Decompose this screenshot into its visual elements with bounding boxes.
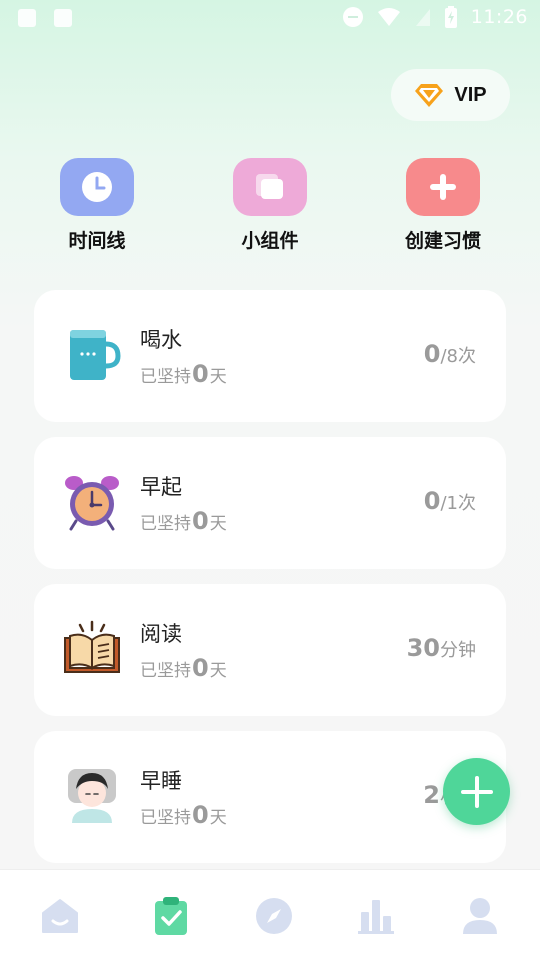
quick-action-widget[interactable]: 小组件 bbox=[210, 158, 330, 253]
streak-suffix: 天 bbox=[209, 661, 227, 681]
do-not-disturb-icon bbox=[342, 7, 363, 27]
wifi-icon bbox=[377, 8, 400, 26]
nav-stats[interactable] bbox=[354, 894, 398, 938]
vip-label: VIP bbox=[454, 83, 487, 106]
streak-value: 0 bbox=[192, 654, 209, 682]
widget-icon bbox=[256, 174, 283, 199]
habit-card-early-sleep[interactable]: 早睡 已坚持 0 天 2 小时 bbox=[34, 731, 506, 863]
habit-streak: 已坚持 0 天 bbox=[140, 360, 227, 388]
timeline-button[interactable] bbox=[60, 158, 134, 216]
streak-prefix: 已坚持 bbox=[140, 514, 191, 534]
goal-value: 2 bbox=[423, 781, 440, 809]
quick-action-create-habit[interactable]: 创建习惯 bbox=[383, 158, 503, 253]
goal-unit: /8次 bbox=[440, 346, 476, 367]
status-time: 11:26 bbox=[470, 6, 528, 28]
gallery-notification-icon bbox=[18, 9, 36, 27]
streak-suffix: 天 bbox=[209, 808, 227, 828]
habit-goal: 0 /8次 bbox=[424, 340, 476, 368]
vip-button[interactable]: VIP bbox=[391, 69, 510, 121]
nav-home[interactable] bbox=[38, 894, 82, 938]
widget-button[interactable] bbox=[233, 158, 307, 216]
quick-action-label: 时间线 bbox=[68, 230, 126, 252]
goal-unit: /1次 bbox=[440, 493, 476, 514]
habit-name: 阅读 bbox=[140, 622, 182, 646]
quick-action-timeline[interactable]: 时间线 bbox=[37, 158, 157, 253]
quick-action-label: 创建习惯 bbox=[404, 230, 481, 252]
habit-name: 喝水 bbox=[140, 328, 182, 352]
habit-card-reading[interactable]: 阅读 已坚持 0 天 30 分钟 bbox=[34, 584, 506, 716]
sleeping-person-icon bbox=[68, 769, 116, 823]
habit-card-water[interactable]: 喝水 已坚持 0 天 0 /8次 bbox=[34, 290, 506, 422]
bar-chart-icon bbox=[358, 900, 394, 934]
habit-streak: 已坚持 0 天 bbox=[140, 654, 227, 682]
goal-value: 30 bbox=[406, 634, 440, 662]
streak-prefix: 已坚持 bbox=[140, 367, 191, 387]
streak-value: 0 bbox=[192, 801, 209, 829]
habit-streak: 已坚持 0 天 bbox=[140, 801, 227, 829]
habit-streak: 已坚持 0 天 bbox=[140, 507, 227, 535]
alarm-clock-icon bbox=[65, 476, 119, 531]
diamond-icon bbox=[415, 84, 444, 107]
open-book-icon bbox=[64, 620, 120, 673]
clock-icon bbox=[82, 172, 112, 202]
streak-prefix: 已坚持 bbox=[140, 808, 191, 828]
status-bar: 11:26 bbox=[0, 0, 540, 38]
plus-icon bbox=[430, 174, 456, 200]
signal-icon bbox=[415, 9, 430, 26]
streak-value: 0 bbox=[192, 507, 209, 535]
goal-value: 0 bbox=[423, 487, 441, 515]
goal-unit: 分钟 bbox=[440, 640, 476, 661]
create-habit-button[interactable] bbox=[406, 158, 480, 216]
home-icon bbox=[42, 899, 78, 933]
clipboard-check-icon bbox=[155, 897, 187, 935]
quick-action-label: 小组件 bbox=[241, 230, 299, 252]
streak-value: 0 bbox=[192, 360, 209, 388]
add-habit-fab[interactable] bbox=[443, 758, 510, 825]
streak-suffix: 天 bbox=[209, 367, 227, 387]
habit-name: 早睡 bbox=[140, 769, 182, 793]
habit-name: 早起 bbox=[140, 475, 182, 499]
streak-prefix: 已坚持 bbox=[140, 661, 191, 681]
water-cup-icon bbox=[70, 330, 121, 380]
battery-icon bbox=[444, 6, 457, 28]
habit-card-early-rise[interactable]: 早起 已坚持 0 天 0 /1次 bbox=[34, 437, 506, 569]
compass-icon bbox=[256, 898, 292, 934]
goal-value: 0 bbox=[423, 340, 441, 368]
bottom-navigation bbox=[0, 869, 540, 960]
nav-profile[interactable] bbox=[458, 894, 502, 938]
plus-icon bbox=[460, 775, 493, 808]
nav-habits[interactable] bbox=[149, 894, 193, 938]
user-icon bbox=[463, 898, 497, 934]
habit-goal: 30 分钟 bbox=[407, 634, 476, 662]
app-notification-icon bbox=[54, 9, 72, 27]
habit-goal: 0 /1次 bbox=[424, 487, 476, 515]
nav-discover[interactable] bbox=[252, 894, 296, 938]
streak-suffix: 天 bbox=[209, 514, 227, 534]
